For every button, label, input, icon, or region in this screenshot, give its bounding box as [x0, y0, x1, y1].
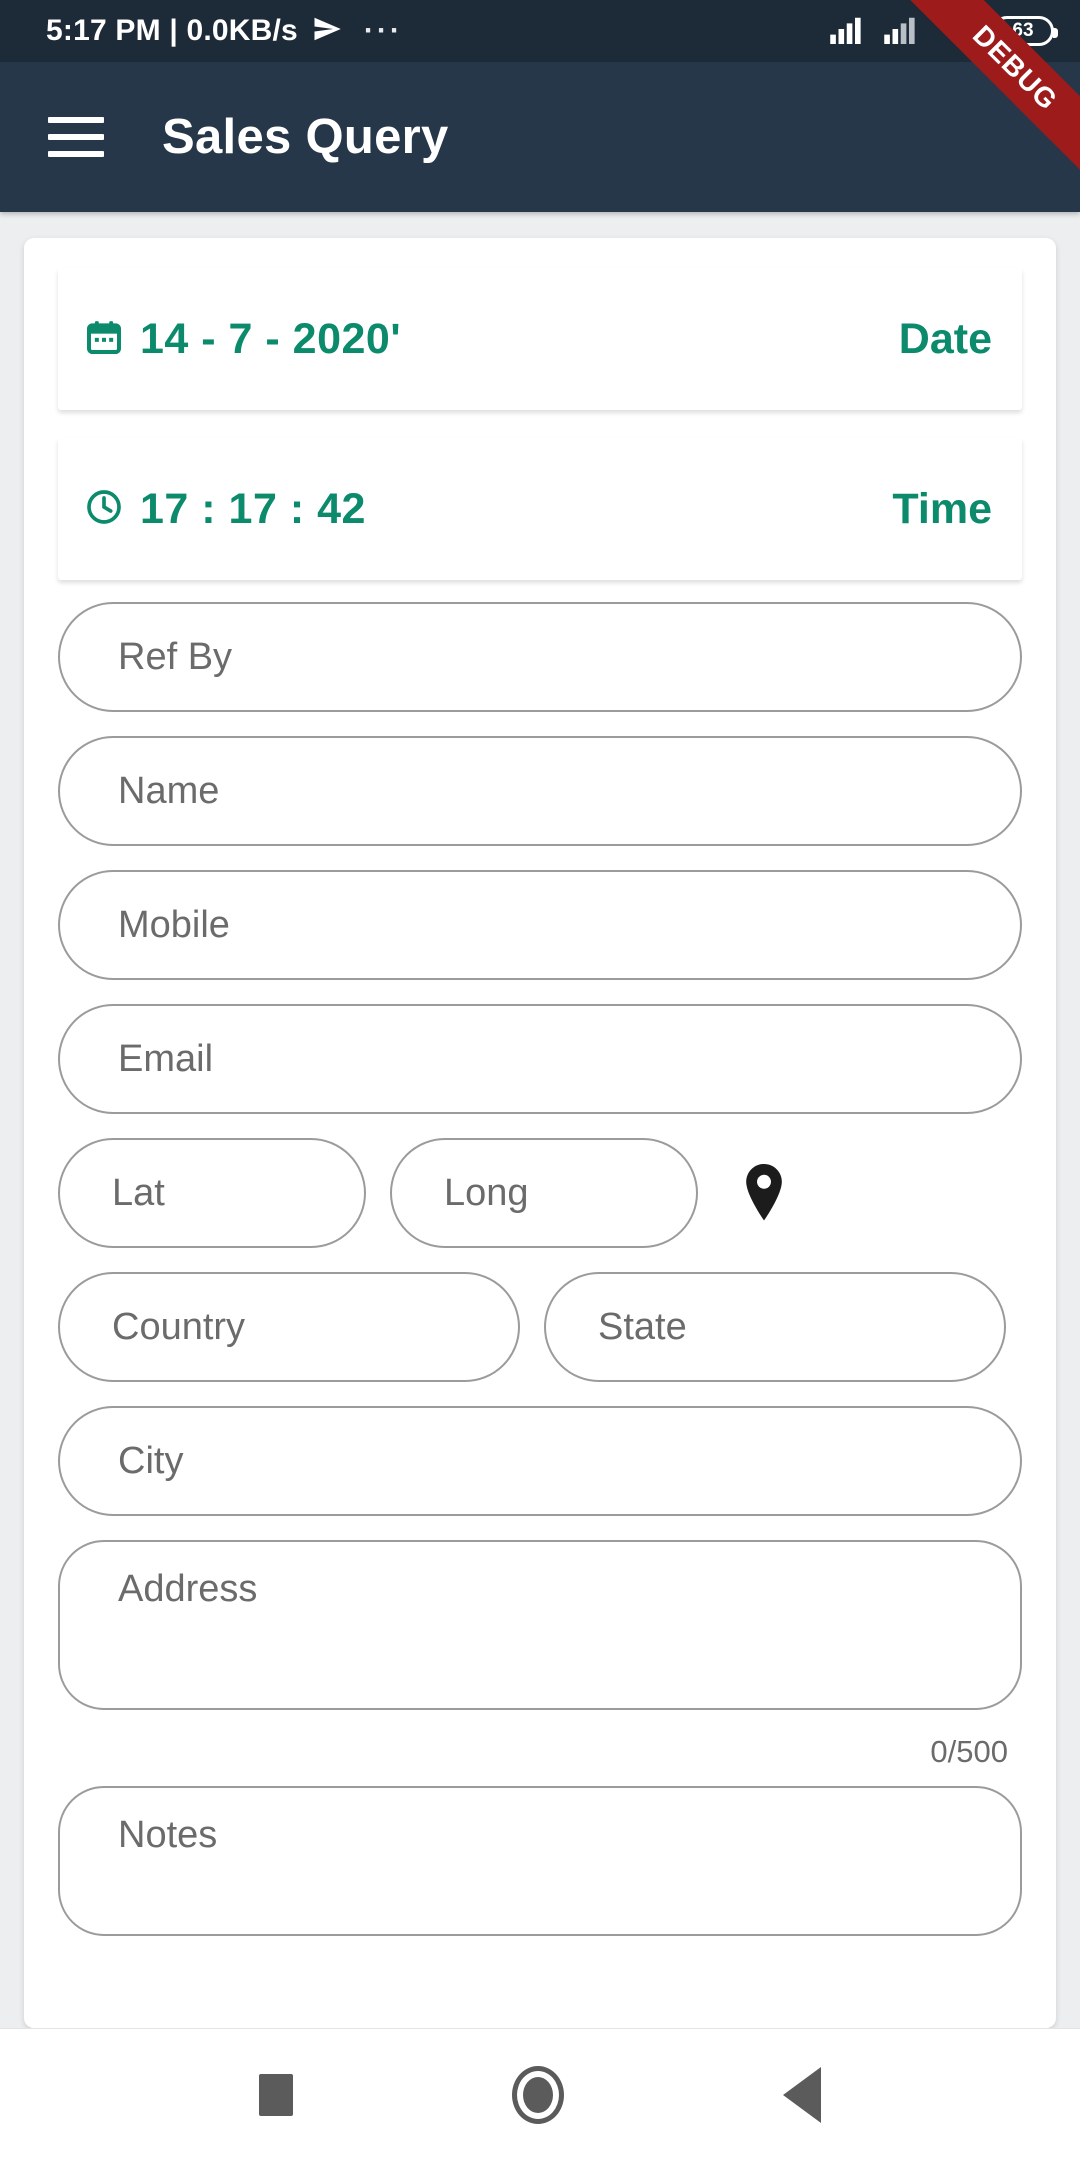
time-picker-row[interactable]: 17 : 17 : 42 Time: [58, 438, 1022, 580]
signal-icon: [884, 14, 922, 49]
battery-level: 63: [1012, 20, 1034, 41]
country-field[interactable]: Country: [58, 1272, 520, 1382]
android-nav-bar: [0, 2028, 1080, 2160]
form-fields: Ref By Name Mobile Email Lat Long Countr…: [24, 580, 1056, 1936]
long-placeholder: Long: [444, 1171, 529, 1214]
date-value: 14 - 7 - 2020': [140, 314, 402, 363]
battery-icon: 63: [992, 16, 1058, 46]
send-icon: [312, 14, 342, 49]
time-value-group: 17 : 17 : 42: [58, 485, 366, 534]
lat-placeholder: Lat: [112, 1171, 165, 1214]
home-inner-dot: [522, 2076, 553, 2113]
long-field[interactable]: Long: [390, 1138, 698, 1248]
address-char-counter: 0/500: [930, 1734, 1008, 1769]
date-value-group: 14 - 7 - 2020': [58, 315, 401, 364]
state-field[interactable]: State: [544, 1272, 1006, 1382]
wifi-icon: [938, 11, 976, 49]
mobile-placeholder: Mobile: [118, 903, 230, 946]
sales-query-card: 14 - 7 - 2020' Date 17 : 17 : 42 Time Re…: [24, 238, 1056, 2028]
city-field[interactable]: City: [58, 1406, 1022, 1516]
address-placeholder: Address: [118, 1568, 258, 1610]
phone-screen: 5:17 PM | 0.0KB/s ··· 63 Sales Query DEB…: [0, 0, 1080, 2160]
name-field[interactable]: Name: [58, 736, 1022, 846]
date-label: Date: [898, 314, 992, 363]
map-pin-icon[interactable]: [722, 1151, 806, 1235]
triangle-back-icon[interactable]: [782, 2066, 821, 2123]
address-field[interactable]: Address: [58, 1540, 1022, 1710]
ref-by-placeholder: Ref By: [118, 635, 233, 678]
country-placeholder: Country: [112, 1305, 246, 1348]
status-bar: 5:17 PM | 0.0KB/s ··· 63: [0, 0, 1080, 62]
clock-icon: [84, 487, 124, 532]
status-bar-right: 63: [830, 11, 1058, 49]
signal-icon: [830, 14, 868, 49]
app-bar: Sales Query: [0, 62, 1080, 212]
overflow-dots-icon: ···: [363, 14, 403, 47]
notes-placeholder: Notes: [118, 1814, 218, 1856]
hamburger-line: [48, 134, 104, 140]
email-field[interactable]: Email: [58, 1004, 1022, 1114]
hamburger-line: [48, 151, 104, 157]
square-recents-icon[interactable]: [259, 2073, 294, 2116]
hamburger-line: [48, 117, 104, 123]
notes-field[interactable]: Notes: [58, 1786, 1022, 1936]
mobile-field[interactable]: Mobile: [58, 870, 1022, 980]
time-label: Time: [892, 484, 992, 533]
time-value: 17 : 17 : 42: [140, 484, 366, 533]
status-bar-left: 5:17 PM | 0.0KB/s ···: [46, 14, 403, 49]
lat-field[interactable]: Lat: [58, 1138, 366, 1248]
city-placeholder: City: [118, 1439, 184, 1482]
name-placeholder: Name: [118, 769, 220, 812]
status-clock: 5:17 PM | 0.0KB/s: [46, 14, 298, 47]
hamburger-menu-icon[interactable]: [48, 117, 104, 157]
calendar-icon: [84, 317, 124, 362]
email-placeholder: Email: [118, 1037, 214, 1080]
ref-by-field[interactable]: Ref By: [58, 602, 1022, 712]
page-title: Sales Query: [162, 110, 449, 164]
circle-home-icon[interactable]: [511, 2065, 564, 2124]
date-picker-row[interactable]: 14 - 7 - 2020' Date: [58, 268, 1022, 410]
country-state-row: Country State: [58, 1272, 1022, 1382]
lat-long-row: Lat Long: [58, 1138, 1022, 1248]
form-scroll-area[interactable]: 14 - 7 - 2020' Date 17 : 17 : 42 Time Re…: [0, 212, 1080, 2028]
state-placeholder: State: [598, 1305, 687, 1348]
